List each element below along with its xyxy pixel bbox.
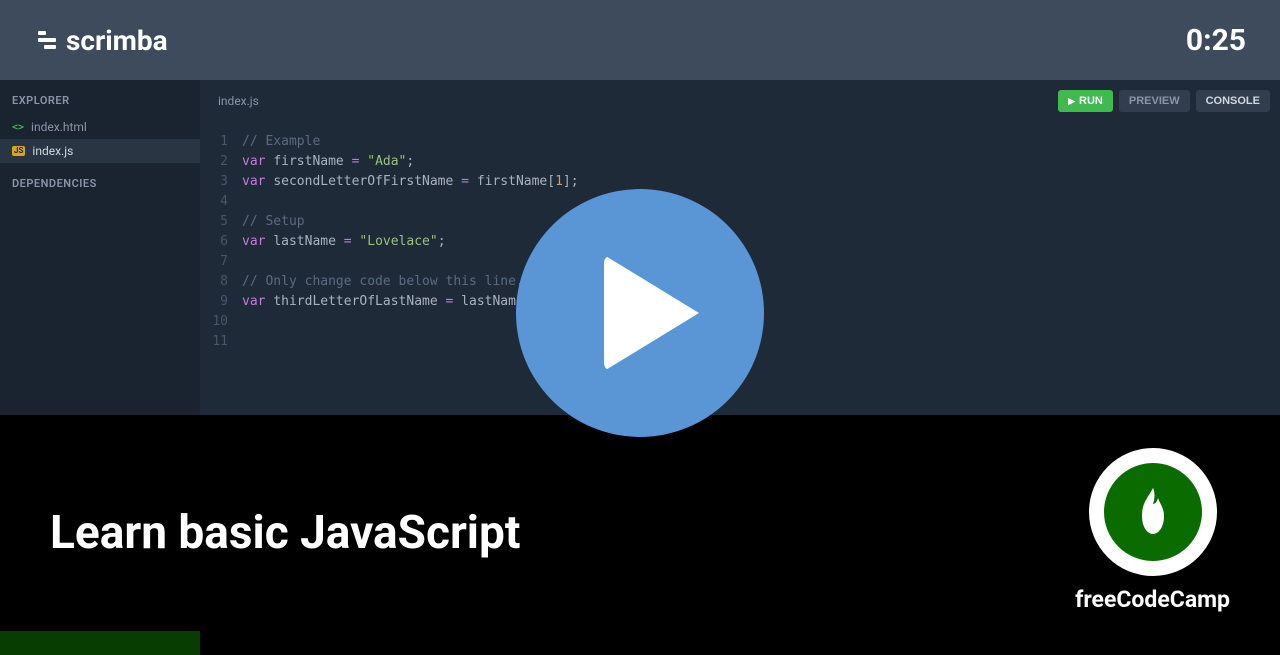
- brand-logo[interactable]: scrimba: [34, 24, 168, 57]
- line-number: 1: [200, 132, 242, 152]
- line-content: var firstName = "Ada";: [242, 152, 414, 172]
- timestamp: 0:25: [1186, 23, 1246, 58]
- file-name-label: index.js: [32, 144, 73, 158]
- logo-icon: [34, 31, 56, 49]
- file-item-index-html[interactable]: <> index.html: [0, 115, 200, 139]
- progress-bar[interactable]: [0, 631, 200, 655]
- play-button[interactable]: [516, 189, 764, 437]
- line-content: // Example: [242, 132, 320, 152]
- brand-name: scrimba: [66, 24, 168, 57]
- line-content: // Only change code below this line.: [242, 272, 524, 292]
- line-content: // Setup: [242, 212, 305, 232]
- code-line: 2var firstName = "Ada";: [200, 152, 1280, 172]
- line-number: 2: [200, 152, 242, 172]
- line-number: 3: [200, 172, 242, 192]
- file-item-index-js[interactable]: JS index.js: [0, 139, 200, 163]
- preview-button[interactable]: PREVIEW: [1119, 90, 1190, 112]
- editor-header: index.js RUN PREVIEW CONSOLE: [200, 80, 1280, 122]
- flame-icon: [1130, 484, 1176, 540]
- line-number: 7: [200, 252, 242, 272]
- line-number: 5: [200, 212, 242, 232]
- line-content: var secondLetterOfFirstName = firstName[…: [242, 172, 579, 192]
- code-line: 4: [200, 192, 1280, 212]
- line-number: 8: [200, 272, 242, 292]
- line-number: 9: [200, 292, 242, 312]
- editor-toolbar: RUN PREVIEW CONSOLE: [1058, 90, 1270, 112]
- line-content: var thirdLetterOfLastName = lastName;: [242, 292, 532, 312]
- line-number: 10: [200, 312, 242, 332]
- explorer-label: EXPLORER: [0, 80, 200, 115]
- line-content: var lastName = "Lovelace";: [242, 232, 446, 252]
- console-button[interactable]: CONSOLE: [1196, 90, 1270, 112]
- author-badge[interactable]: freeCodeCamp: [1075, 448, 1230, 613]
- line-number: 11: [200, 332, 242, 352]
- author-name: freeCodeCamp: [1075, 586, 1230, 613]
- author-avatar: [1089, 448, 1217, 576]
- code-line: 1// Example: [200, 132, 1280, 152]
- html-file-icon: <>: [12, 122, 24, 133]
- line-number: 4: [200, 192, 242, 212]
- app-header: scrimba 0:25: [0, 0, 1280, 80]
- play-icon: [604, 255, 699, 371]
- dependencies-label: DEPENDENCIES: [0, 163, 200, 198]
- js-file-icon: JS: [12, 146, 25, 156]
- code-line: 3var secondLetterOfFirstName = firstName…: [200, 172, 1280, 192]
- code-line: 5// Setup: [200, 212, 1280, 232]
- run-button[interactable]: RUN: [1058, 90, 1113, 112]
- file-name-label: index.html: [31, 120, 87, 134]
- line-number: 6: [200, 232, 242, 252]
- video-title: Learn basic JavaScript: [50, 506, 520, 560]
- active-tab[interactable]: index.js: [218, 94, 259, 108]
